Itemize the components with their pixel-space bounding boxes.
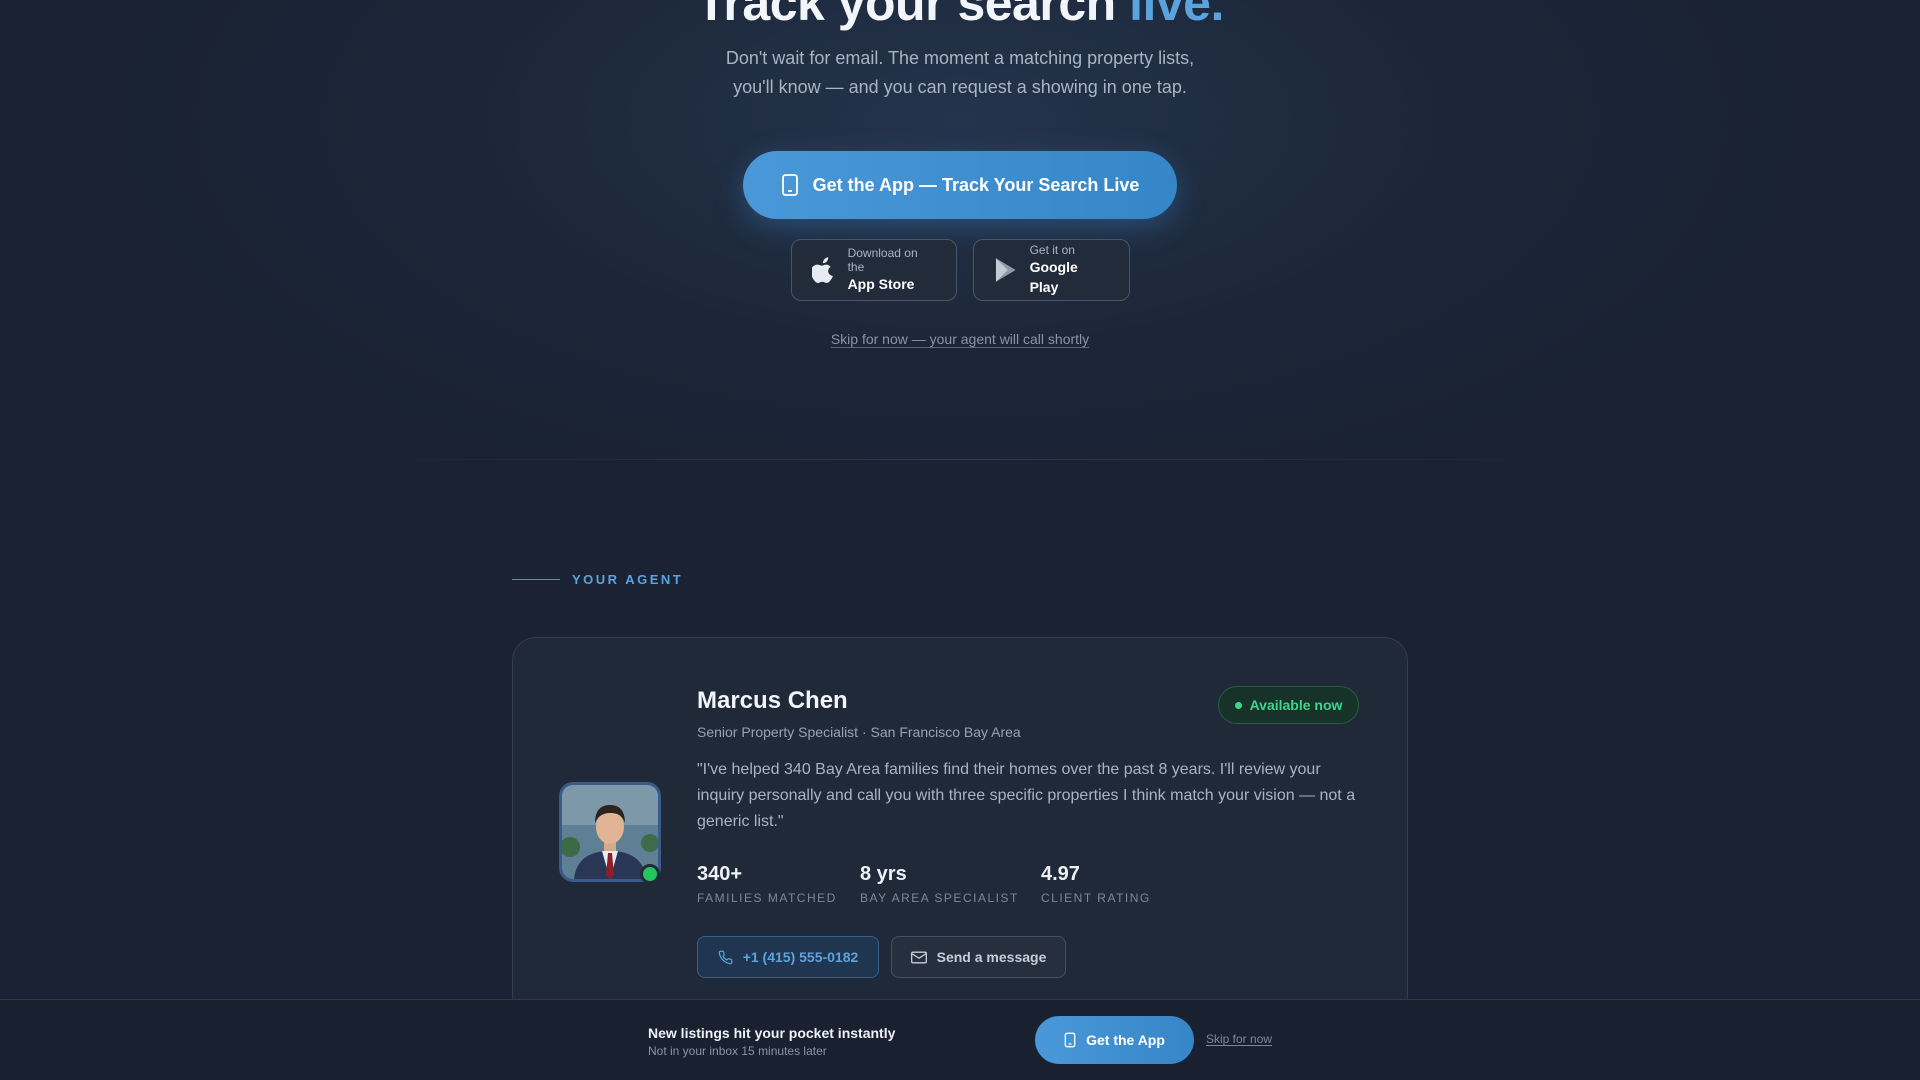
sticky-headline: New listings hit your pocket instantly xyxy=(648,1025,896,1041)
smartphone-icon xyxy=(781,174,798,196)
app-store-button[interactable]: Download on the App Store xyxy=(791,239,957,301)
agent-quote: "I've helped 340 Bay Area families find … xyxy=(697,761,1356,830)
hero-title-accent: live. xyxy=(1129,0,1224,31)
stat-value: 340+ xyxy=(697,863,743,885)
stat-families-matched: 340+ FAMILIES MATCHED xyxy=(697,862,837,905)
availability-dot-icon xyxy=(1234,701,1242,709)
app-store-label: App Store xyxy=(847,276,915,292)
your-agent-section-label: YOUR AGENT xyxy=(512,572,683,587)
sticky-bottom-bar xyxy=(0,999,1920,1080)
get-app-primary-label: Get the App — Track Your Search Live xyxy=(812,174,1140,195)
send-message-label: Send a message xyxy=(936,949,1047,965)
sticky-subtext: Not in your inbox 15 minutes later xyxy=(648,1044,827,1058)
stat-value: 4.97 xyxy=(1041,863,1080,885)
apple-icon xyxy=(812,257,833,283)
sticky-bar-text: New listings hit your pocket instantly N… xyxy=(648,1024,895,1058)
hero-title: Track your search live. xyxy=(0,0,1920,28)
google-play-label: Google Play xyxy=(1029,259,1078,295)
get-app-primary-button[interactable]: Get the App — Track Your Search Live xyxy=(743,151,1177,219)
call-agent-label: +1 (415) 555-0182 xyxy=(742,949,859,965)
stat-value: 8 yrs xyxy=(860,863,907,885)
call-agent-button[interactable]: +1 (415) 555-0182 xyxy=(697,936,879,978)
sticky-get-app-label: Get the App xyxy=(1086,1032,1165,1048)
section-label-text: YOUR AGENT xyxy=(572,572,684,587)
google-play-small-text: Get it on xyxy=(1029,243,1075,257)
stat-label: CLIENT RATING xyxy=(1041,891,1151,905)
stat-label: BAY AREA SPECIALIST xyxy=(860,891,1019,905)
sticky-skip-link[interactable]: Skip for now xyxy=(1206,1032,1272,1046)
online-status-indicator xyxy=(640,864,660,884)
section-divider xyxy=(340,459,1580,460)
skip-link-container: Skip for now — your agent will call shor… xyxy=(0,331,1920,349)
hero-title-main: Track your search xyxy=(696,0,1130,31)
stat-label: FAMILIES MATCHED xyxy=(697,891,837,905)
google-play-icon xyxy=(995,258,1016,282)
stat-years-specialist: 8 yrs BAY AREA SPECIALIST xyxy=(860,862,1019,905)
availability-label: Available now xyxy=(1249,697,1343,713)
hero-subtitle-line-1: Don't wait for email. The moment a match… xyxy=(725,48,1195,68)
send-message-button[interactable]: Send a message xyxy=(891,936,1066,978)
hero-subtitle-line-2: you'll know — and you can request a show… xyxy=(733,77,1187,97)
stat-client-rating: 4.97 CLIENT RATING xyxy=(1041,862,1151,905)
smartphone-icon xyxy=(1064,1032,1076,1048)
agent-title: Senior Property Specialist · San Francis… xyxy=(697,724,1021,740)
section-label-line xyxy=(512,579,560,580)
sticky-get-app-button[interactable]: Get the App xyxy=(1035,1016,1194,1064)
google-play-button[interactable]: Get it on Google Play xyxy=(973,239,1130,301)
agent-name: Marcus Chen xyxy=(697,687,848,714)
app-store-small-text: Download on the xyxy=(847,246,918,274)
phone-icon xyxy=(718,950,733,964)
availability-badge: Available now xyxy=(1218,686,1359,724)
mail-icon xyxy=(910,951,927,963)
hero-subtitle: Don't wait for email. The moment a match… xyxy=(0,44,1920,102)
skip-for-now-link[interactable]: Skip for now — your agent will call shor… xyxy=(831,331,1089,347)
